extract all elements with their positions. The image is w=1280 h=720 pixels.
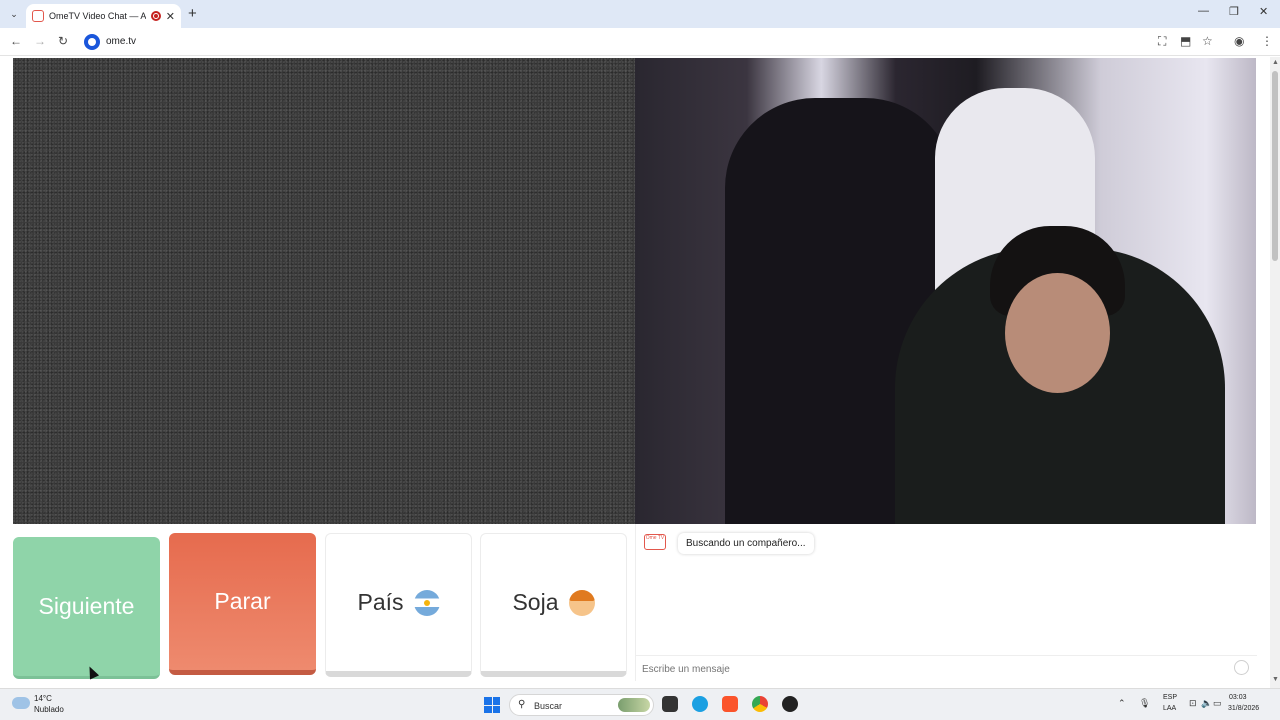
back-arrow-icon[interactable]: ← <box>10 34 22 48</box>
ometv-page: Siguiente Parar País Soja Ome TV Buscand… <box>0 57 1270 688</box>
recording-app-icon[interactable] <box>782 696 798 712</box>
browser-tab-ometv[interactable]: OmeTV Video Chat — Alte ✕ <box>26 4 181 28</box>
language-code[interactable]: ESP <box>1163 694 1177 701</box>
status-message: Buscando un compañero... <box>678 533 814 554</box>
weather-temperature: 14°C <box>34 694 52 703</box>
scroll-up-icon[interactable]: ▲ <box>1272 59 1279 66</box>
tab-close-icon[interactable]: ✕ <box>166 10 175 23</box>
chrome-browser-icon[interactable] <box>752 696 768 712</box>
reload-icon[interactable]: ↻ <box>58 34 68 48</box>
gender-button[interactable]: Soja <box>480 533 627 677</box>
site-info-icon[interactable] <box>84 34 100 50</box>
close-window-button[interactable]: ✕ <box>1259 5 1268 18</box>
tab-title: OmeTV Video Chat — Alte <box>49 11 146 21</box>
forward-arrow-icon[interactable]: → <box>34 34 46 48</box>
address-bar[interactable]: ome.tv <box>106 36 136 47</box>
gender-button-label: Soja <box>512 589 559 615</box>
boy-emoji-icon <box>568 589 595 616</box>
search-placeholder: Buscar <box>534 701 563 711</box>
stop-button[interactable]: Parar <box>169 533 316 675</box>
install-app-icon[interactable]: ⬒ <box>1180 34 1191 48</box>
search-highlight-image <box>618 698 650 712</box>
browser-toolbar: ← → ↻ ome.tv ⛶ ⬒ ☆ ◉ ⋮ <box>0 28 1280 56</box>
next-button[interactable]: Siguiente <box>13 537 160 679</box>
tab-search-chevron-icon[interactable]: ⌄ <box>6 6 22 22</box>
scroll-thumb[interactable] <box>1272 71 1278 261</box>
local-video-static <box>13 58 635 524</box>
remote-video <box>635 58 1256 524</box>
emoji-icon[interactable] <box>1234 660 1249 675</box>
chat-panel: Ome TV Buscando un compañero... <box>635 524 1257 681</box>
ometv-favicon-icon <box>32 10 44 22</box>
message-input[interactable] <box>642 661 1222 677</box>
windows-start-icon[interactable] <box>484 697 500 713</box>
volume-icon[interactable]: 🔈 <box>1201 698 1212 709</box>
clock-date[interactable]: 31/8/2026 <box>1228 705 1259 712</box>
bookmark-star-icon[interactable]: ☆ <box>1202 34 1213 48</box>
clock-time[interactable]: 03:03 <box>1229 694 1247 701</box>
minimize-button[interactable]: — <box>1198 5 1209 17</box>
argentina-flag-icon <box>413 589 440 616</box>
microphone-icon[interactable]: 🎙 <box>1139 698 1150 709</box>
windows-taskbar: 14°C Nublado ⚲ Buscar ⌃ 🎙 ESP LAA ⊡ 🔈 ▭ … <box>0 688 1280 720</box>
edge-browser-icon[interactable] <box>692 696 708 712</box>
video-person-face <box>1005 273 1110 393</box>
chat-input-bar <box>636 655 1257 681</box>
new-tab-button[interactable]: + <box>188 5 197 22</box>
network-icon[interactable]: ⊡ <box>1189 698 1197 709</box>
browser-menu-icon[interactable]: ⋮ <box>1261 34 1273 48</box>
stop-button-label: Parar <box>214 588 271 614</box>
page-scrollbar[interactable]: ▲ ▼ <box>1270 57 1280 688</box>
tray-overflow-chevron-icon[interactable]: ⌃ <box>1118 698 1126 709</box>
cloud-weather-icon[interactable] <box>12 697 30 709</box>
search-icon: ⚲ <box>518 699 526 710</box>
tab-strip: ⌄ OmeTV Video Chat — Alte ✕ + — ❐ ✕ <box>0 0 1280 28</box>
brave-browser-icon[interactable] <box>722 696 738 712</box>
restore-button[interactable]: ❐ <box>1229 5 1239 18</box>
weather-description: Nublado <box>34 705 64 714</box>
file-explorer-icon[interactable] <box>662 696 678 712</box>
recording-indicator-icon <box>150 11 161 21</box>
profile-icon[interactable]: ◉ <box>1234 34 1244 48</box>
country-button[interactable]: País <box>325 533 472 677</box>
translate-icon[interactable]: ⛶ <box>1158 34 1166 49</box>
language-region[interactable]: LAA <box>1163 705 1176 712</box>
taskbar-search[interactable]: ⚲ Buscar <box>509 694 654 716</box>
next-button-label: Siguiente <box>38 593 135 619</box>
ometv-logo-icon: Ome TV <box>644 534 666 550</box>
country-button-label: País <box>357 589 404 615</box>
scroll-down-icon[interactable]: ▼ <box>1272 676 1279 683</box>
battery-icon[interactable]: ▭ <box>1213 698 1222 709</box>
